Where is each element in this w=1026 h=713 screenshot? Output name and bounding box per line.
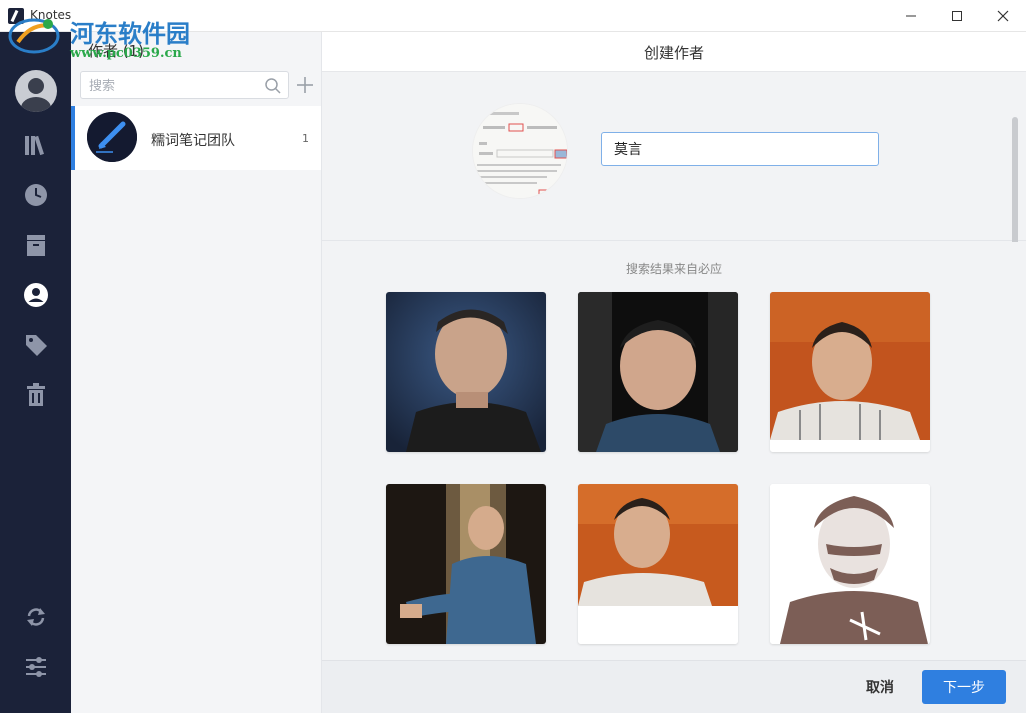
portrait-image [386, 292, 546, 452]
sync-nav-button[interactable] [21, 602, 51, 632]
main-panel: 创建作者 搜索结果来自必应 [322, 32, 1026, 713]
next-step-button[interactable]: 下一步 [922, 670, 1006, 704]
app-icon [8, 8, 24, 24]
result-image-2[interactable] [578, 292, 738, 452]
result-image-3[interactable] [770, 292, 930, 452]
maximize-icon [952, 11, 962, 21]
search-icon[interactable] [264, 77, 282, 95]
search-box [80, 71, 289, 99]
title-bar: Knotes [0, 0, 1026, 32]
plus-icon [297, 77, 313, 93]
author-list-header: 作者 (1) [88, 42, 145, 60]
results-caption: 搜索结果来自必应 [625, 262, 722, 276]
cancel-button[interactable]: 取消 [852, 671, 908, 703]
result-image-5[interactable] [578, 484, 738, 644]
user-avatar-icon [21, 78, 51, 112]
author-note-count: 1 [302, 132, 309, 145]
page-title: 创建作者 [643, 44, 704, 62]
app-title: Knotes [30, 8, 72, 22]
maximize-button[interactable] [934, 0, 980, 32]
author-list-panel: 作者 (1) 糯词笔记团队 1 [71, 32, 322, 713]
scrollbar[interactable] [1012, 117, 1018, 247]
library-nav-button[interactable] [21, 130, 51, 160]
settings-sliders-icon [26, 657, 46, 677]
author-list-item[interactable]: 糯词笔记团队 1 [71, 106, 321, 170]
image-results-area: 搜索结果来自必应 [322, 242, 1026, 660]
add-author-button[interactable] [293, 72, 317, 98]
author-avatar [87, 112, 137, 162]
close-button[interactable] [980, 0, 1026, 32]
result-image-6[interactable] [770, 484, 930, 644]
nav-rail [0, 32, 71, 713]
authors-nav-button[interactable] [21, 280, 51, 310]
trash-icon [27, 383, 45, 406]
portrait-image [578, 292, 738, 452]
author-icon [24, 283, 48, 307]
archive-icon [27, 235, 45, 256]
library-icon [25, 135, 44, 156]
main-header: 创建作者 [322, 32, 1026, 72]
pen-logo-icon [87, 112, 137, 162]
recent-nav-button[interactable] [21, 180, 51, 210]
avatar-preview-image [473, 104, 567, 198]
portrait-image [770, 292, 930, 452]
portrait-image [578, 484, 738, 644]
result-image-1[interactable] [386, 292, 546, 452]
author-name-input[interactable] [601, 132, 879, 166]
portrait-image [770, 484, 930, 644]
trash-nav-button[interactable] [21, 380, 51, 410]
search-input[interactable] [89, 76, 249, 96]
author-avatar-preview[interactable] [472, 103, 568, 199]
minimize-button[interactable] [888, 0, 934, 32]
clock-icon [25, 184, 47, 206]
minimize-icon [906, 15, 916, 17]
result-image-4[interactable] [386, 484, 546, 644]
tags-nav-button[interactable] [21, 330, 51, 360]
archive-nav-button[interactable] [21, 230, 51, 260]
footer-bar: 取消 下一步 [322, 660, 1026, 713]
author-profile-area [322, 73, 1026, 247]
user-avatar[interactable] [15, 70, 57, 112]
portrait-image [386, 484, 546, 644]
sync-icon [27, 608, 45, 626]
tag-icon [26, 335, 47, 356]
author-name: 糯词笔记团队 [151, 133, 235, 149]
close-icon [997, 10, 1009, 22]
settings-nav-button[interactable] [21, 652, 51, 682]
